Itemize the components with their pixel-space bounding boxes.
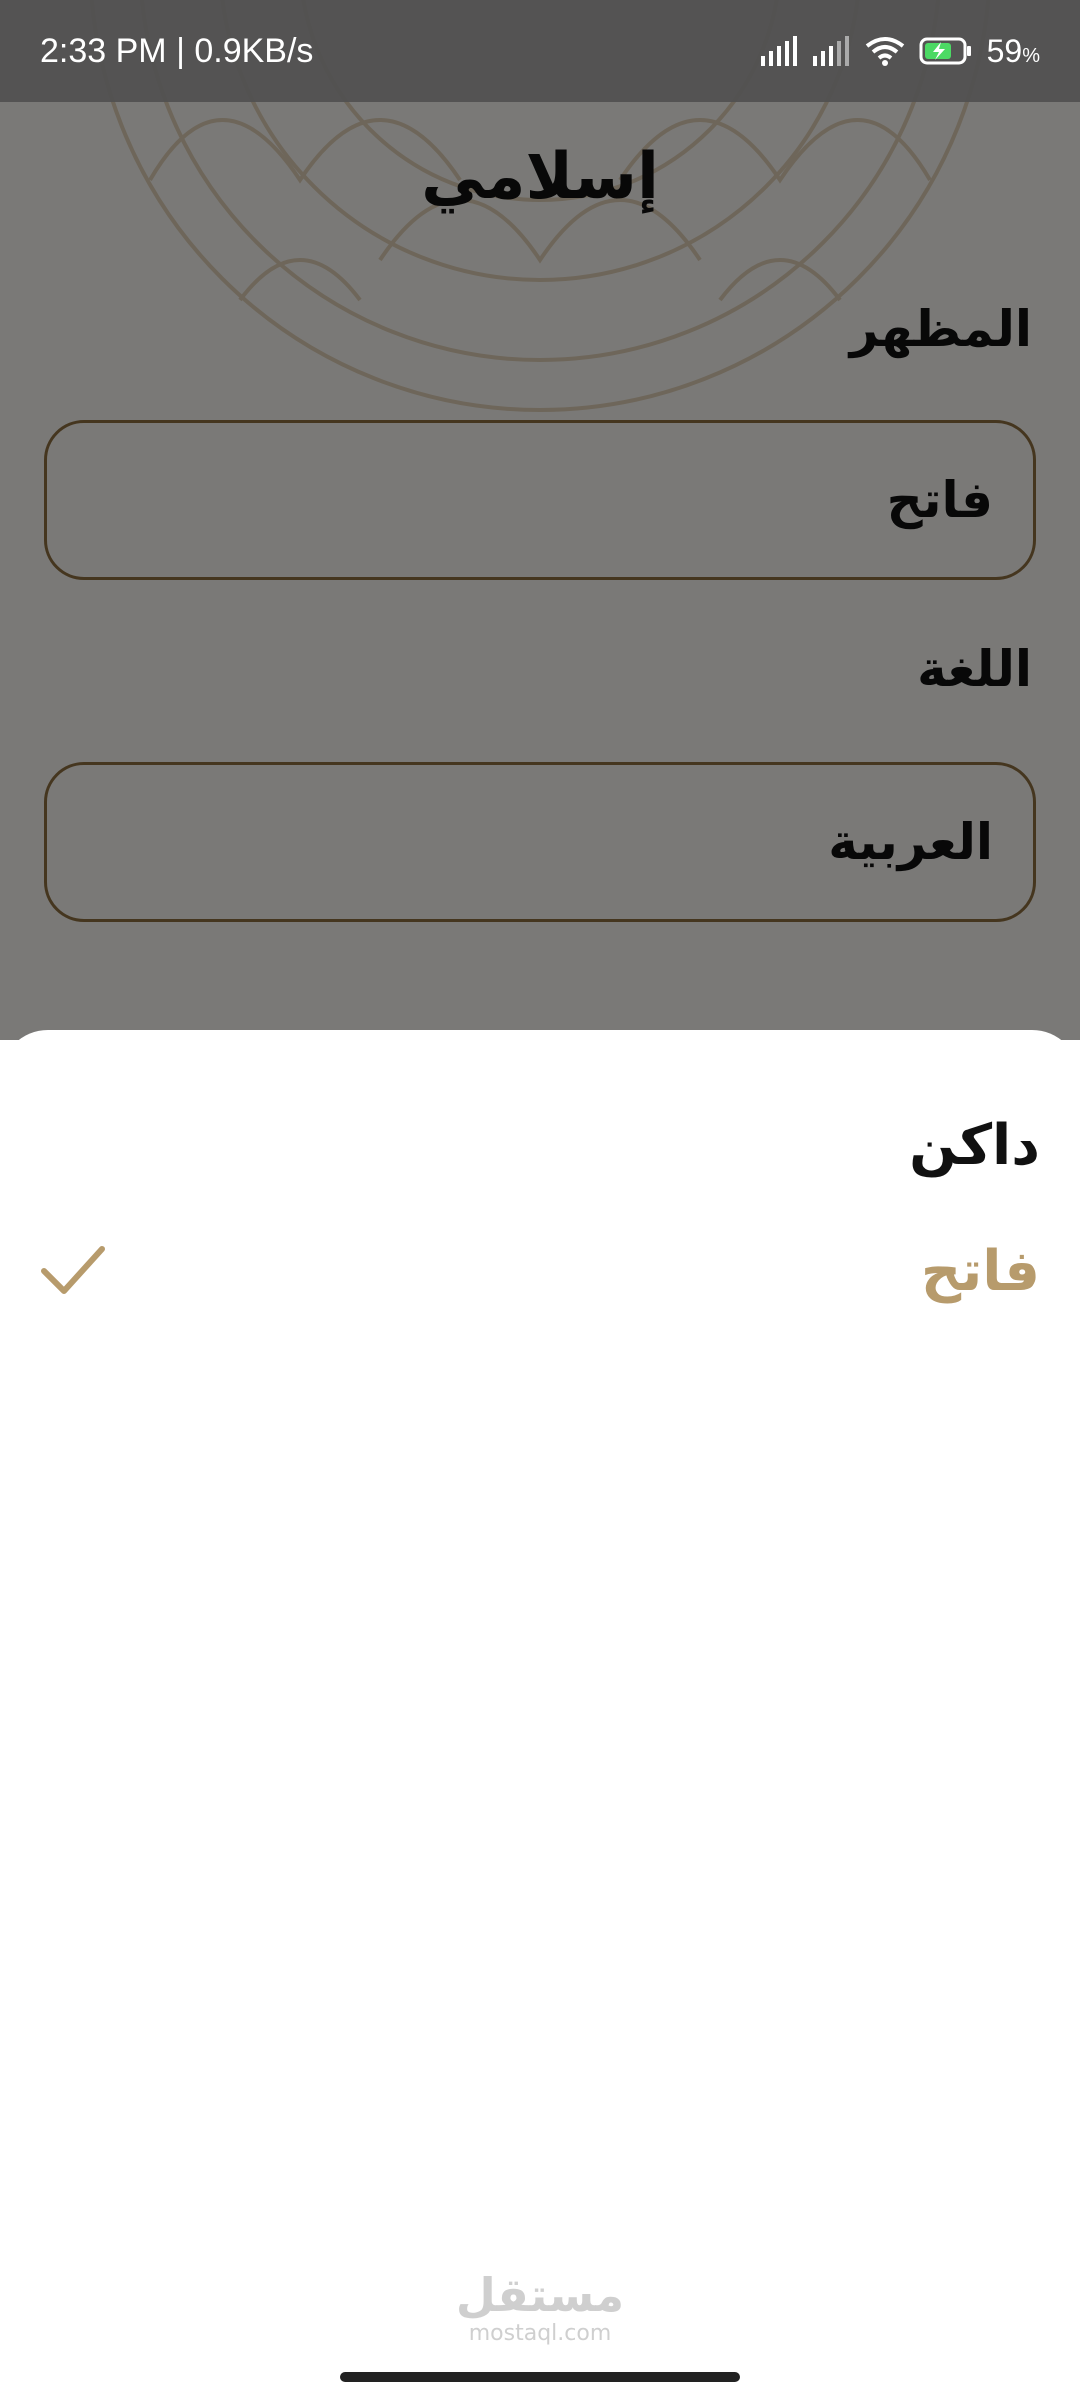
home-indicator[interactable] <box>340 2372 740 2382</box>
battery-level: 59% <box>986 32 1040 69</box>
appearance-value: فاتح <box>886 471 993 529</box>
language-value: العربية <box>828 813 993 871</box>
wifi-icon <box>865 37 904 66</box>
status-bar: 2:33 PM | 0.9KB/s 59% <box>0 0 1080 102</box>
option-light-label: فاتح <box>920 1238 1040 1304</box>
battery-charging-icon <box>919 37 971 65</box>
watermark-arabic: مستقل <box>455 2268 625 2322</box>
appearance-dropdown[interactable]: فاتح <box>44 420 1036 580</box>
appearance-label: المظهر <box>849 300 1032 358</box>
page-title: إسلامي <box>421 140 659 214</box>
signal-icon <box>760 36 797 66</box>
signal-icon <box>812 36 849 66</box>
option-dark[interactable]: داكن <box>40 1090 1040 1200</box>
watermark-latin: mostaql.com <box>468 2320 612 2346</box>
language-label: اللغة <box>917 640 1032 698</box>
settings-background: إسلامي المظهر فاتح اللغة العربية <box>0 0 1080 1040</box>
option-light[interactable]: فاتح <box>40 1216 1040 1326</box>
appearance-bottom-sheet: داكن فاتح <box>0 1030 1080 2400</box>
option-dark-label: داكن <box>909 1112 1040 1178</box>
language-dropdown[interactable]: العربية <box>44 762 1036 922</box>
status-icons: 59% <box>760 32 1040 70</box>
app-screen: إسلامي المظهر فاتح اللغة العربية 2:33 PM… <box>0 0 1080 2400</box>
watermark-logo: مستقل mostaql.com <box>0 2270 1080 2346</box>
check-icon <box>41 1246 105 1294</box>
status-time-speed: 2:33 PM | 0.9KB/s <box>40 31 314 70</box>
